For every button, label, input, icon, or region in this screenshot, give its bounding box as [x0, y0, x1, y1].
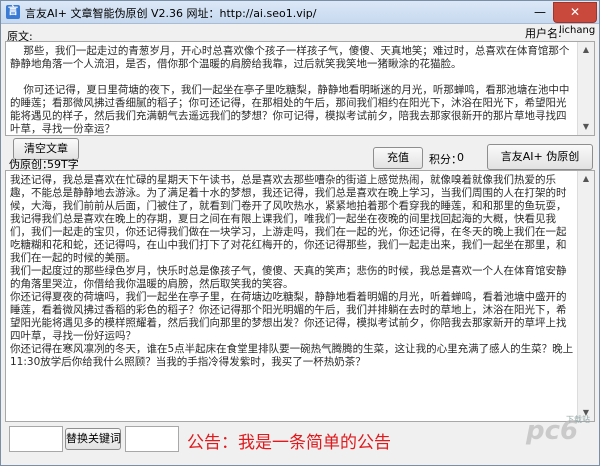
main-window: 言 言友AI+ 文章智能伪原创 V2.36 网址：http://ai.seo1.… [0, 0, 600, 466]
announcement-text: 公告：我是一条简单的公告 [187, 433, 391, 453]
scroll-down-arrow-icon[interactable]: ▼ [578, 119, 594, 135]
replace-keyword-input[interactable] [125, 426, 179, 452]
result-text-content: 我还记得，我总是喜欢在忙碌的星期天下午读书，总是喜欢去那些嘈杂的街道上感觉热闹，… [10, 174, 574, 368]
result-text-area[interactable]: 我还记得，我总是喜欢在忙碌的星期天下午读书，总是喜欢去那些嘈杂的街道上感觉热闹，… [5, 170, 595, 422]
pc6-watermark-logo: pc6 下载站 [526, 415, 596, 460]
pseudo-original-button[interactable]: 言友AI+ 伪原创 [487, 144, 593, 170]
minimize-button[interactable]: — [527, 2, 553, 23]
close-button[interactable]: ✕ [553, 2, 597, 23]
recharge-button[interactable]: 充值 [373, 147, 423, 169]
points-value: 0 [457, 151, 464, 164]
scroll-up-arrow-icon[interactable]: ▲ [578, 42, 594, 58]
watermark-subtext: 下载站 [566, 415, 590, 424]
result-scrollbar[interactable]: ▲ ▼ [577, 171, 594, 421]
original-text-area[interactable]: 那些，我们一起走过的青葱岁月，开心时总喜欢像个孩子一样孩子气，傻傻、天真地笑；难… [5, 41, 595, 136]
username-label: 用户名: [525, 27, 562, 40]
original-text-content: 那些，我们一起走过的青葱岁月，开心时总喜欢像个孩子一样孩子气，傻傻、天真地笑；难… [10, 45, 570, 135]
find-keyword-input[interactable] [9, 426, 63, 452]
original-scrollbar[interactable]: ▲ ▼ [577, 42, 594, 135]
title-bar: 言 言友AI+ 文章智能伪原创 V2.36 网址：http://ai.seo1.… [1, 1, 599, 24]
app-icon: 言 [6, 5, 20, 19]
scroll-up-arrow-icon[interactable]: ▲ [578, 171, 594, 187]
username-value: lichang [559, 25, 596, 36]
window-title: 言友AI+ 文章智能伪原创 V2.36 网址：http://ai.seo1.vi… [25, 7, 317, 20]
replace-keyword-button[interactable]: 替换关键词 [65, 428, 121, 450]
